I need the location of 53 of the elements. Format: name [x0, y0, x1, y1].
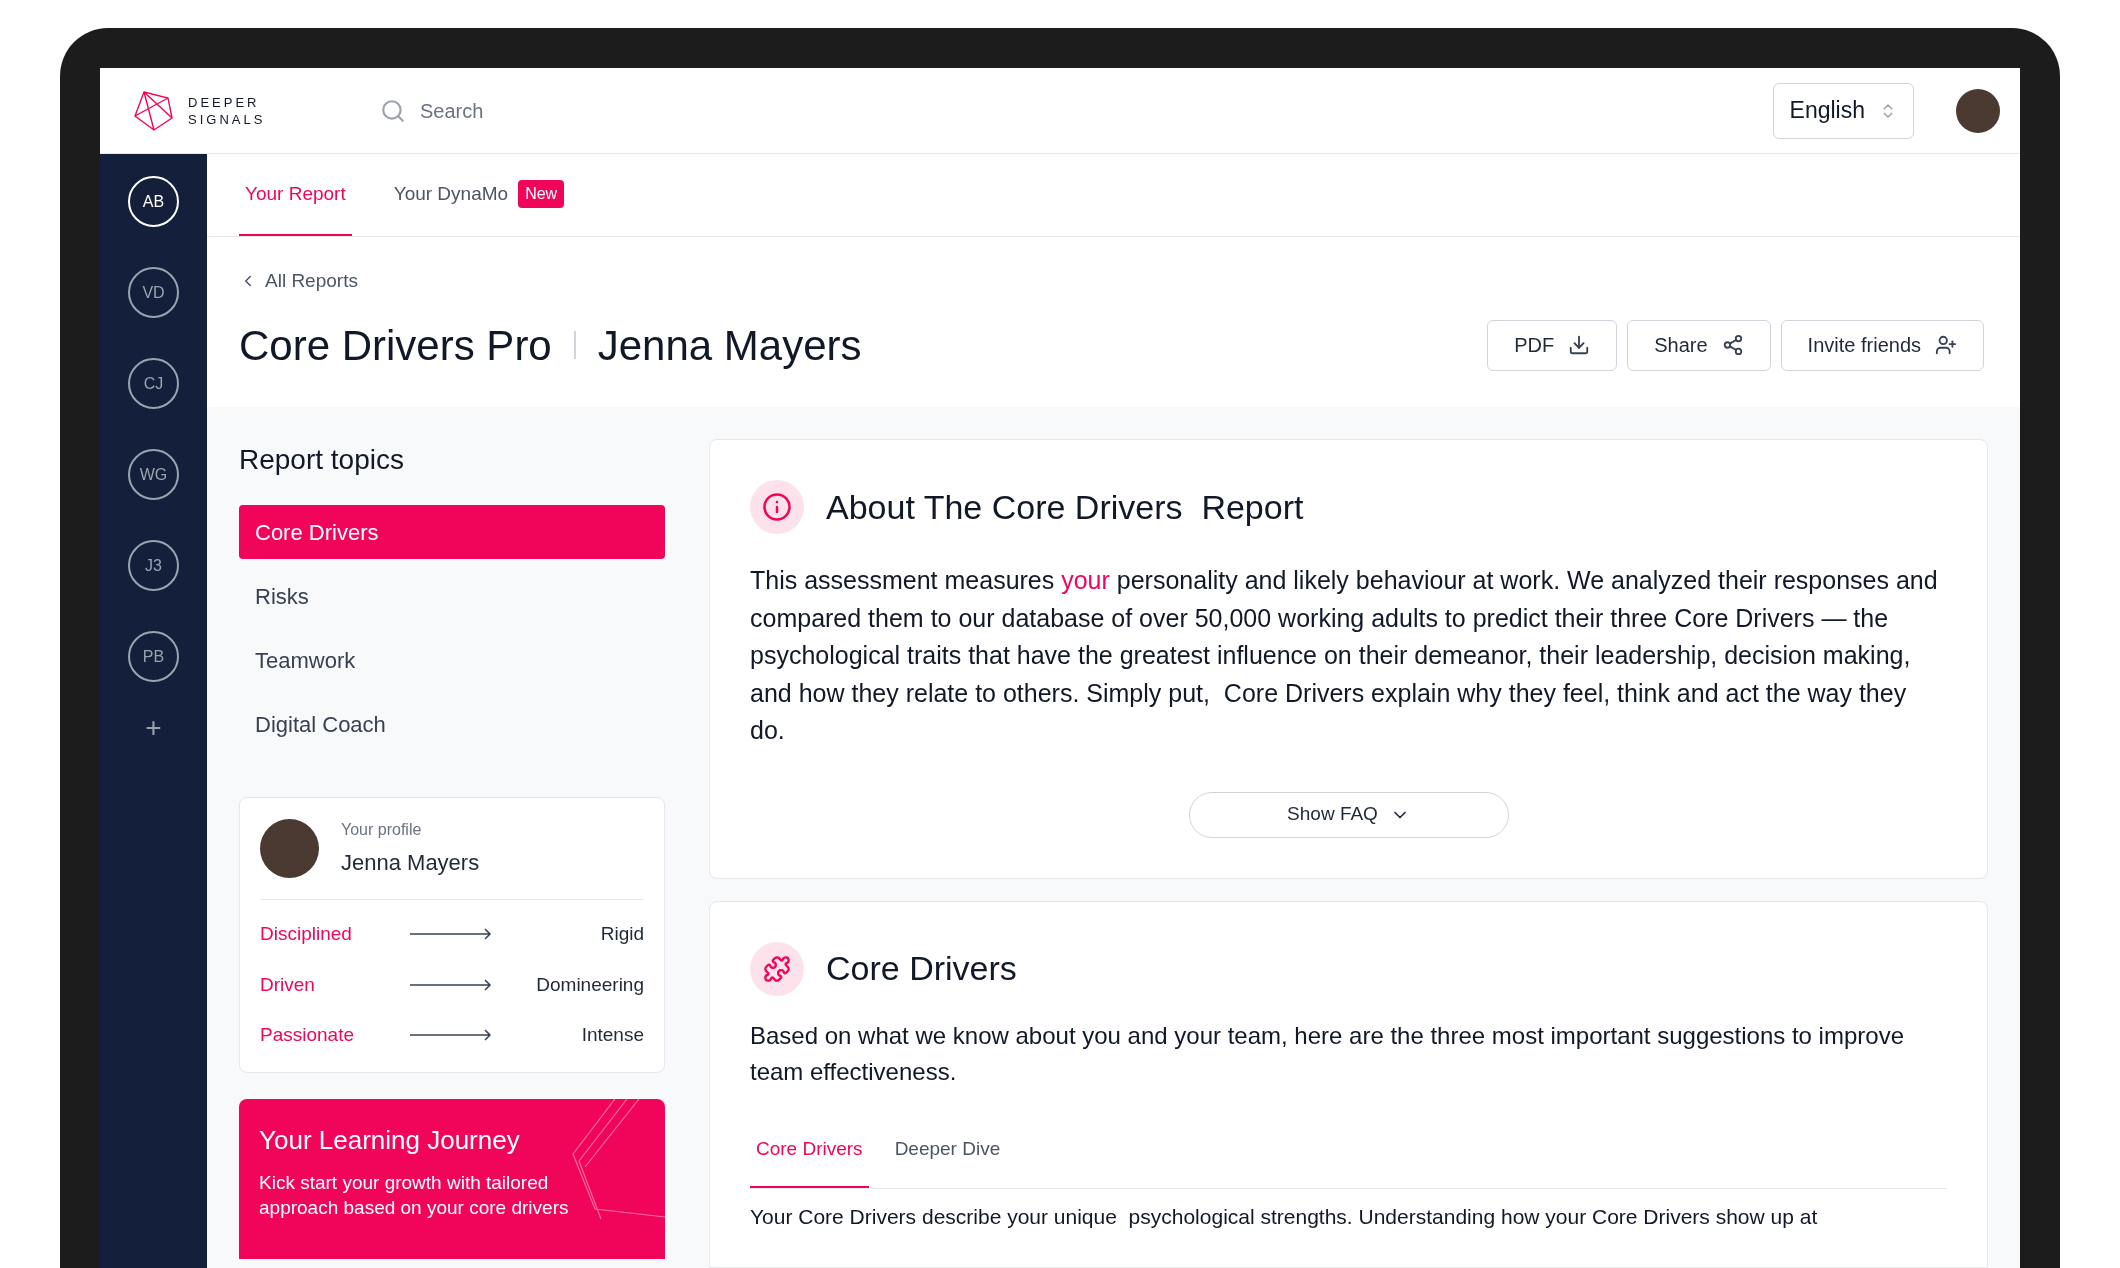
tab[interactable]: Your DynaMo New	[387, 154, 571, 236]
topic-item[interactable]: Core Drivers	[239, 505, 665, 559]
team-avatar[interactable]: WG	[128, 449, 179, 500]
puzzle-icon	[763, 954, 791, 983]
team-avatar[interactable]: AB	[128, 176, 179, 227]
download-icon	[1568, 334, 1591, 356]
add-user-icon	[1935, 334, 1957, 356]
search-icon	[380, 97, 406, 124]
card-heading: Core Drivers	[826, 948, 1017, 989]
topic-item[interactable]: Risks	[239, 569, 665, 623]
drivers-intro: Based on what we know about you and your team, here are the three most important suggestions to improve team effectiveness.	[750, 1020, 1905, 1087]
language-select[interactable]: English	[1772, 82, 1914, 139]
search-field[interactable]: Search	[420, 95, 720, 126]
drivers-paragraph: Your Core Drivers describe your unique psychological strengths. Understanding how your Core Drivers show up at	[749, 1203, 1819, 1230]
info-icon	[762, 492, 792, 522]
topic-item[interactable]: Digital Coach	[239, 697, 665, 751]
back-link[interactable]: All Reports	[239, 267, 1988, 296]
profile-caption: Your profile	[341, 820, 423, 840]
team-avatar[interactable]: VD	[128, 267, 179, 318]
tab[interactable]: Core Drivers	[750, 1113, 869, 1188]
trait-label: Driven	[260, 972, 316, 997]
trait-label: Domineering	[535, 972, 644, 997]
team-avatar[interactable]: J3	[128, 540, 179, 591]
tab[interactable]: Your Report	[239, 154, 352, 236]
tab[interactable]: Deeper Dive	[888, 1113, 1007, 1188]
action-button[interactable]: Share	[1627, 319, 1771, 371]
brand-name: SIGNALS	[188, 110, 266, 128]
trait-label: Disciplined	[260, 922, 353, 946]
action-button[interactable]: Invite friends	[1780, 319, 1984, 371]
person-name: Jenna Mayers	[597, 320, 862, 371]
arrow-icon	[410, 1029, 492, 1042]
trait-label: Rigid	[599, 922, 644, 946]
trait-label: Passionate	[260, 1023, 355, 1047]
profile-name: Jenna Mayers	[341, 849, 480, 877]
team-avatar[interactable]: CJ	[128, 358, 179, 409]
topic-item[interactable]: Teamwork	[239, 633, 665, 687]
add-button[interactable]: +	[145, 714, 162, 742]
card-heading: About The Core Drivers Report	[826, 486, 1304, 528]
trait-label: Intense	[580, 1023, 644, 1047]
brand-name: DEEPER	[188, 93, 261, 111]
avatar-placeholder[interactable]	[1956, 88, 2000, 133]
share-icon	[1721, 334, 1744, 356]
logo-icon	[132, 89, 174, 132]
about-paragraph: This assessment measures your personality and likely behaviour at work. We analyzed their responses and compared them to our database of over 50,000 working adults to predict their three Core Drivers — the psychological traits that have the greatest influence on their demeanor, their leadership, decision making, and how they relate to others. Simply put, Core Drivers explain why they feel, think and act the way they do.	[750, 565, 1939, 746]
section-heading: Report topics	[239, 443, 405, 477]
action-button[interactable]: PDF	[1487, 319, 1618, 371]
new-badge: New	[518, 180, 565, 208]
team-avatar[interactable]: PB	[128, 631, 179, 682]
arrow-icon	[410, 928, 492, 941]
report-title: Core Drivers Pro	[239, 320, 552, 371]
journey-title: Your Learning Journey	[259, 1123, 521, 1157]
journey-text: Kick start your growth with tailored approach based on your core drivers	[259, 1170, 570, 1220]
arrow-icon	[410, 978, 492, 991]
